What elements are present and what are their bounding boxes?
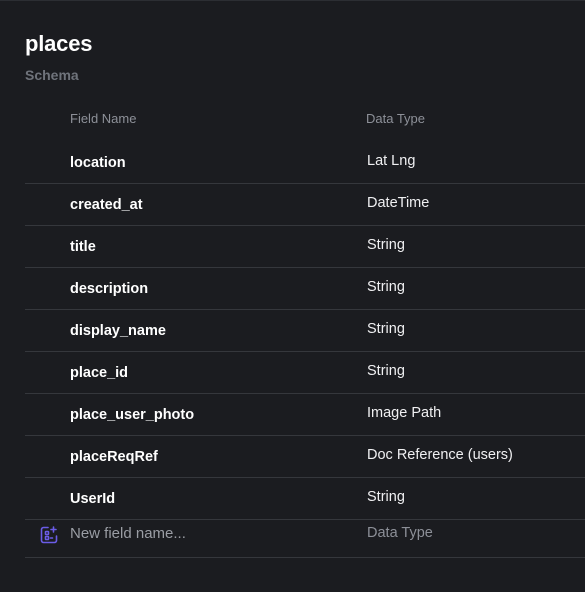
- panel-divider: [0, 0, 585, 1]
- new-field-row: Data Type: [25, 511, 585, 558]
- field-name: created_at: [70, 197, 143, 213]
- field-name: description: [70, 281, 149, 297]
- field-row[interactable]: description String: [25, 268, 585, 310]
- field-row[interactable]: location Lat Lng: [25, 142, 585, 184]
- field-row[interactable]: placeReqRef Doc Reference (users): [25, 436, 585, 478]
- field-name: placeReqRef: [70, 449, 158, 465]
- field-row[interactable]: created_at DateTime: [25, 184, 585, 226]
- field-row[interactable]: place_id String: [25, 352, 585, 394]
- field-row[interactable]: display_name String: [25, 310, 585, 352]
- schema-panel: places Schema Field Name Data Type locat…: [0, 0, 585, 592]
- schema-table-header: Field Name Data Type: [25, 108, 585, 128]
- column-header-data-type: Data Type: [366, 111, 426, 126]
- collection-subtitle: Schema: [25, 67, 79, 83]
- field-type: String: [367, 237, 405, 253]
- field-name: display_name: [70, 323, 166, 339]
- field-name: place_id: [70, 365, 129, 381]
- field-type: String: [367, 279, 405, 295]
- field-row[interactable]: place_user_photo Image Path: [25, 394, 585, 436]
- schema-field-list: location Lat Lng created_at DateTime tit…: [25, 142, 585, 520]
- field-row[interactable]: title String: [25, 226, 585, 268]
- field-type: String: [367, 321, 405, 337]
- field-type: Lat Lng: [367, 153, 416, 169]
- add-field-icon[interactable]: [39, 525, 59, 545]
- new-field-type-select[interactable]: Data Type: [367, 525, 433, 541]
- field-type: String: [367, 363, 405, 379]
- field-type: Image Path: [367, 405, 442, 421]
- field-type: String: [367, 489, 405, 505]
- field-name: place_user_photo: [70, 407, 195, 423]
- field-type: Doc Reference (users): [367, 447, 513, 463]
- field-name: UserId: [70, 491, 116, 507]
- column-header-field-name: Field Name: [70, 111, 137, 126]
- field-type: DateTime: [367, 195, 430, 211]
- field-name: title: [70, 239, 96, 255]
- new-field-name-input[interactable]: [70, 525, 330, 542]
- field-name: location: [70, 155, 126, 171]
- collection-title: places: [25, 31, 93, 56]
